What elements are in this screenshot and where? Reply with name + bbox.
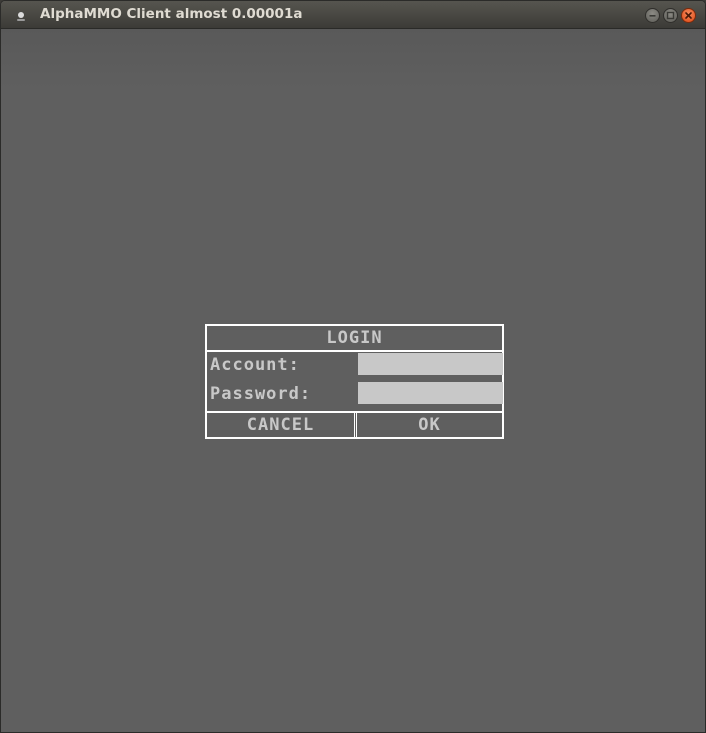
login-title: LOGIN bbox=[326, 328, 383, 348]
login-dialog: LOGIN Account: Password: CANCEL OK bbox=[205, 324, 504, 439]
app-icon bbox=[17, 12, 25, 21]
maximize-button[interactable] bbox=[663, 8, 678, 23]
divider bbox=[207, 350, 502, 352]
maximize-icon bbox=[666, 11, 675, 20]
window-title: AlphaMMO Client almost 0.00001a bbox=[40, 6, 303, 22]
minimize-icon bbox=[649, 15, 656, 17]
cancel-button[interactable]: CANCEL bbox=[207, 413, 354, 437]
password-input[interactable] bbox=[358, 382, 503, 404]
close-button[interactable] bbox=[681, 8, 696, 23]
password-label: Password: bbox=[210, 384, 312, 404]
account-input[interactable] bbox=[358, 353, 503, 375]
canvas-shade bbox=[1, 29, 705, 89]
title-bar[interactable]: AlphaMMO Client almost 0.00001a bbox=[1, 1, 705, 29]
game-canvas[interactable]: LOGIN Account: Password: CANCEL OK bbox=[1, 29, 705, 732]
account-label: Account: bbox=[210, 355, 300, 375]
app-window: AlphaMMO Client almost 0.00001a LOGIN Ac… bbox=[0, 0, 706, 733]
minimize-button[interactable] bbox=[645, 8, 660, 23]
close-icon bbox=[685, 12, 692, 19]
ok-button[interactable]: OK bbox=[357, 413, 502, 437]
